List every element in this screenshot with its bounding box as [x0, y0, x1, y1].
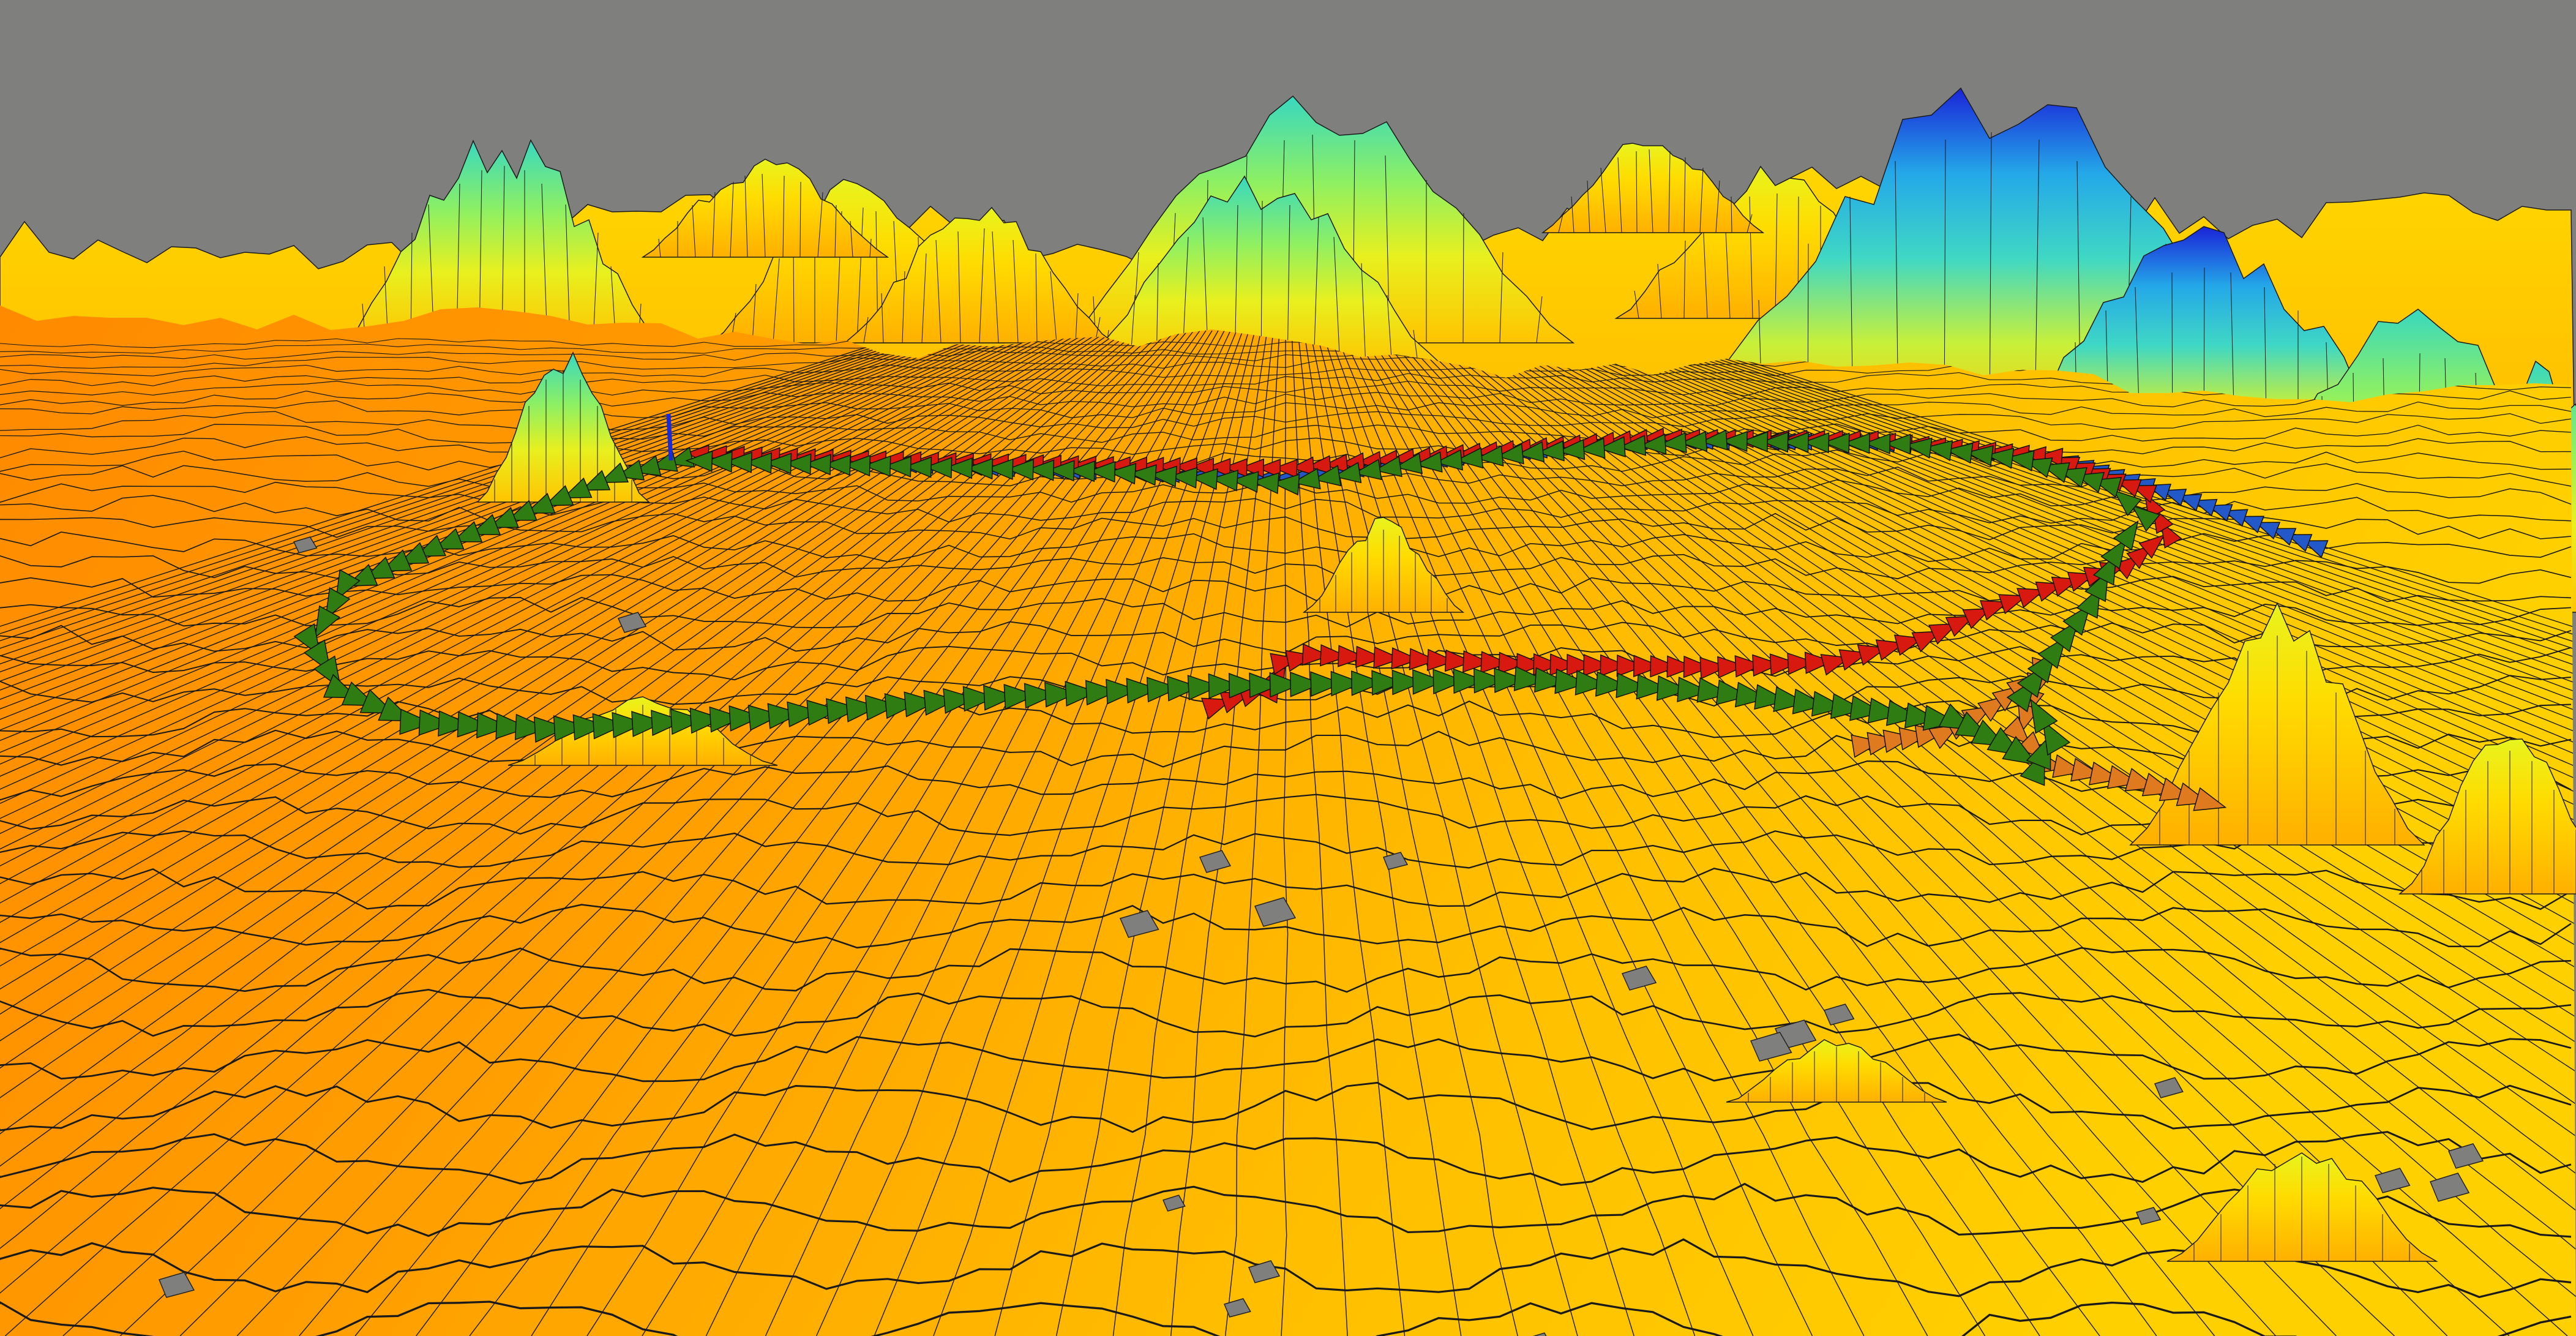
axis-marker-icon: [666, 413, 673, 461]
mountain-peak: [1541, 143, 1765, 233]
terrain-viewport[interactable]: [0, 0, 2576, 1336]
terrain-scene: [0, 87, 2576, 1336]
